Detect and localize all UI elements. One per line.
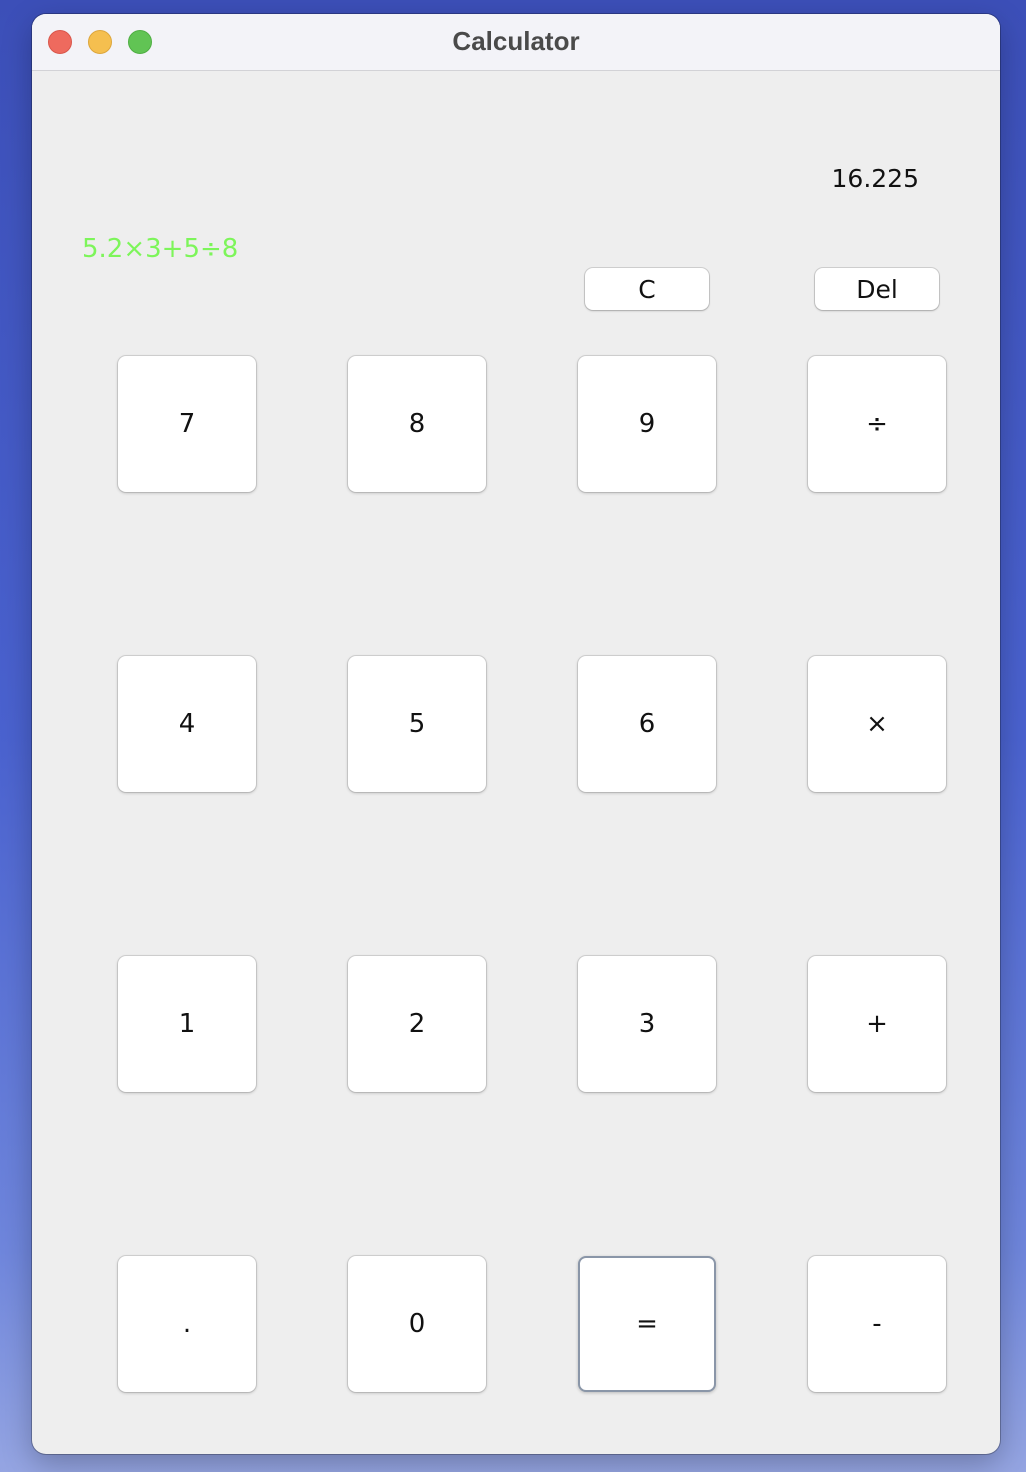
expression-display: 5.2×3+5÷8	[82, 234, 239, 264]
key-9[interactable]: 9	[578, 356, 716, 492]
title-bar: Calculator	[32, 14, 1000, 71]
delete-button[interactable]: Del	[815, 268, 939, 310]
key-4[interactable]: 4	[118, 656, 256, 792]
key-6[interactable]: 6	[578, 656, 716, 792]
key-3[interactable]: 3	[578, 956, 716, 1092]
result-display: 16.225	[831, 164, 919, 193]
key-multiply[interactable]: ×	[808, 656, 946, 792]
key-8[interactable]: 8	[348, 356, 486, 492]
key-7[interactable]: 7	[118, 356, 256, 492]
key-equals[interactable]: =	[578, 1256, 716, 1392]
key-2[interactable]: 2	[348, 956, 486, 1092]
key-5[interactable]: 5	[348, 656, 486, 792]
key-1[interactable]: 1	[118, 956, 256, 1092]
key-subtract[interactable]: -	[808, 1256, 946, 1392]
key-divide[interactable]: ÷	[808, 356, 946, 492]
clear-button[interactable]: C	[585, 268, 709, 310]
window-title: Calculator	[452, 26, 580, 56]
key-decimal[interactable]: .	[118, 1256, 256, 1392]
key-add[interactable]: +	[808, 956, 946, 1092]
calculator-window: Calculator 16.225 5.2×3+5÷8 C Del 7 8 9 …	[32, 14, 1000, 1454]
key-0[interactable]: 0	[348, 1256, 486, 1392]
